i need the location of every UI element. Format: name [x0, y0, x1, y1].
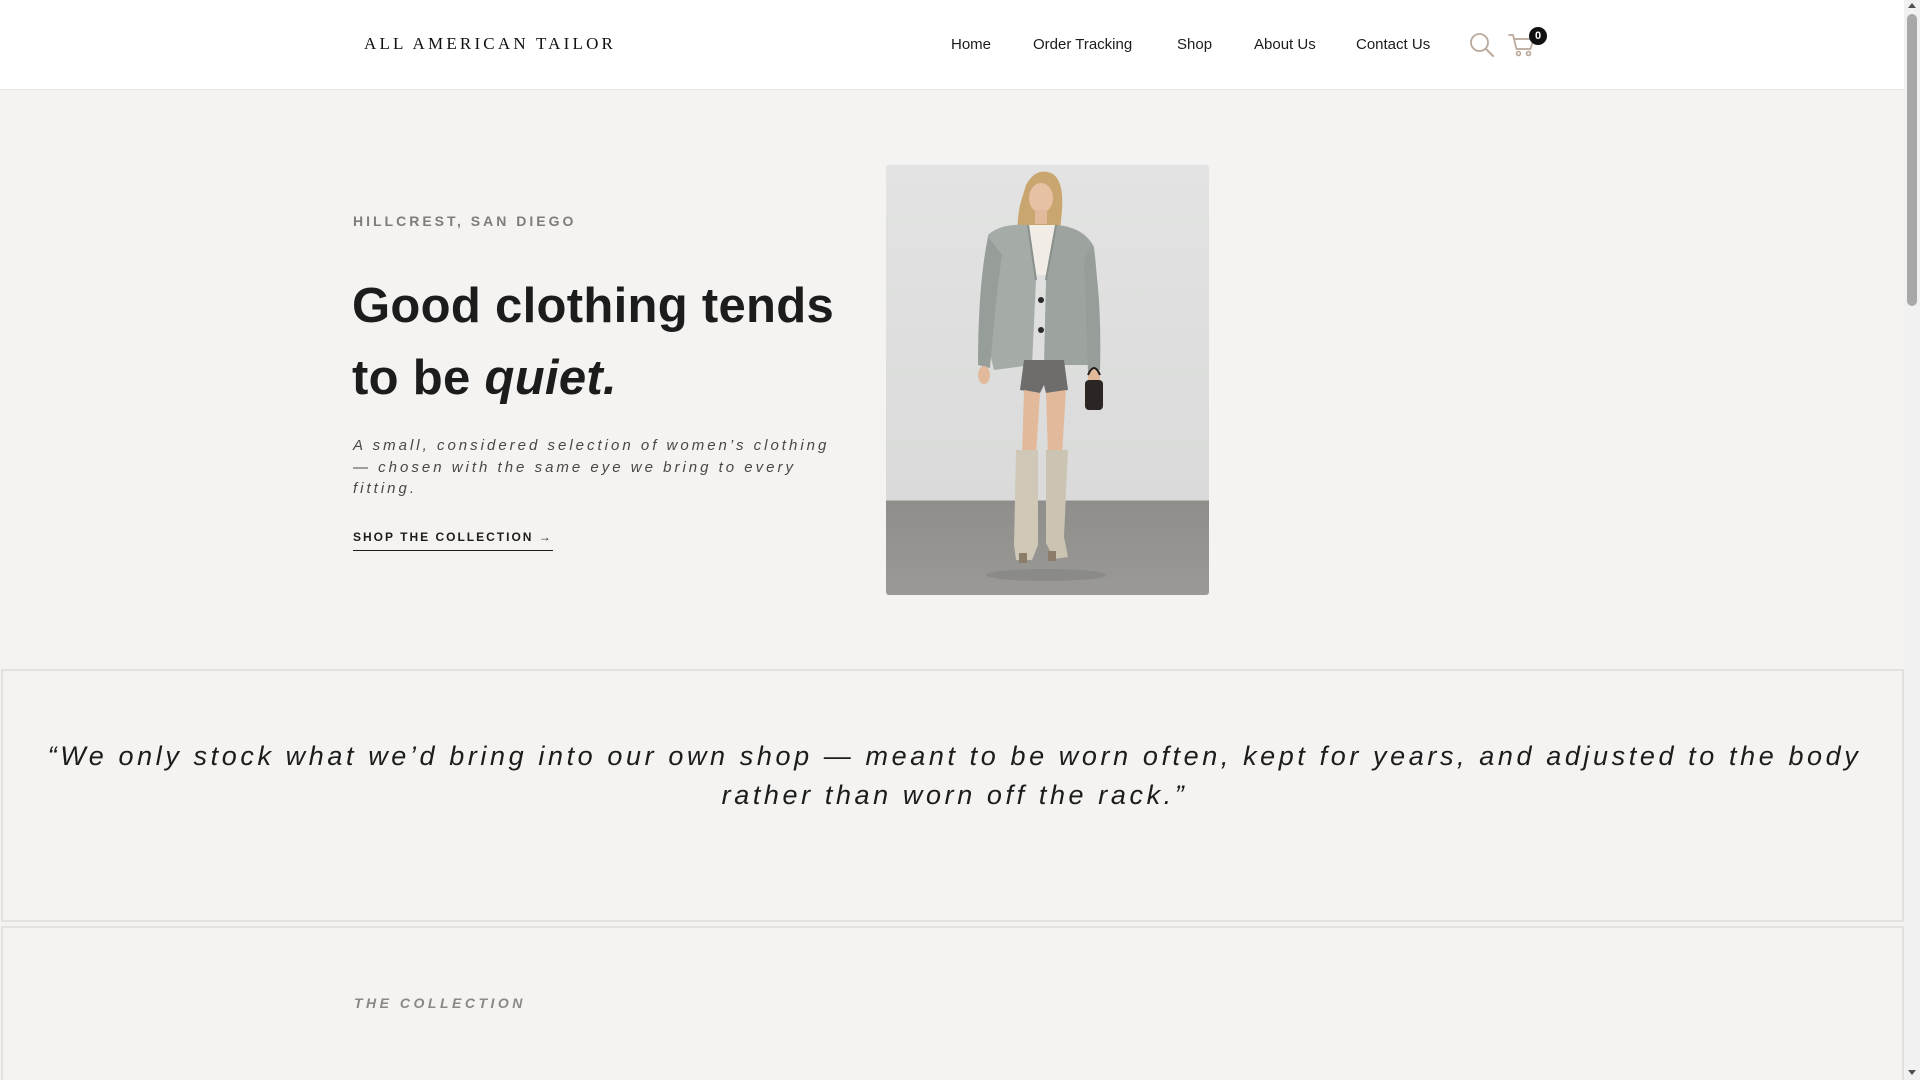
nav-contact-us[interactable]: Contact Us	[1356, 36, 1430, 53]
search-icon[interactable]	[1468, 31, 1496, 59]
hero-location: HILLCREST, SAN DIEGO	[353, 213, 577, 229]
nav-shop[interactable]: Shop	[1177, 36, 1212, 53]
hero-image	[886, 165, 1209, 595]
scroll-up-arrow-icon[interactable]	[1908, 3, 1916, 8]
site-logo[interactable]: ALL AMERICAN TAILOR	[364, 34, 616, 54]
vertical-scrollbar[interactable]	[1904, 0, 1920, 1080]
site-header: ALL AMERICAN TAILOR Home Order Tracking …	[0, 0, 1904, 90]
hero-title: Good clothing tends to be quiet.	[352, 270, 872, 414]
nav-order-tracking[interactable]: Order Tracking	[1033, 36, 1132, 53]
collection-section: THE COLLECTION	[1, 926, 1904, 1080]
cart-count-badge: 0	[1529, 27, 1547, 45]
shop-collection-link[interactable]: SHOP THE COLLECTION →	[353, 530, 553, 551]
nav-home[interactable]: Home	[951, 36, 991, 53]
hero-title-line1: Good clothing tends	[352, 279, 835, 333]
hero-subtitle: A small, considered selection of women’s…	[353, 437, 830, 497]
brand-quote: “We only stock what we’d bring into our …	[47, 741, 1862, 810]
quote-section: “We only stock what we’d bring into our …	[1, 669, 1904, 922]
nav-about-us[interactable]: About Us	[1254, 36, 1316, 53]
hero-title-line2: to be	[352, 351, 485, 405]
model-illustration	[978, 171, 1106, 581]
scroll-down-arrow-icon[interactable]	[1908, 1070, 1916, 1075]
scrollbar-thumb[interactable]	[1907, 14, 1917, 306]
collection-heading: THE COLLECTION	[354, 995, 526, 1011]
hero-title-emphasis: quiet.	[484, 351, 617, 405]
